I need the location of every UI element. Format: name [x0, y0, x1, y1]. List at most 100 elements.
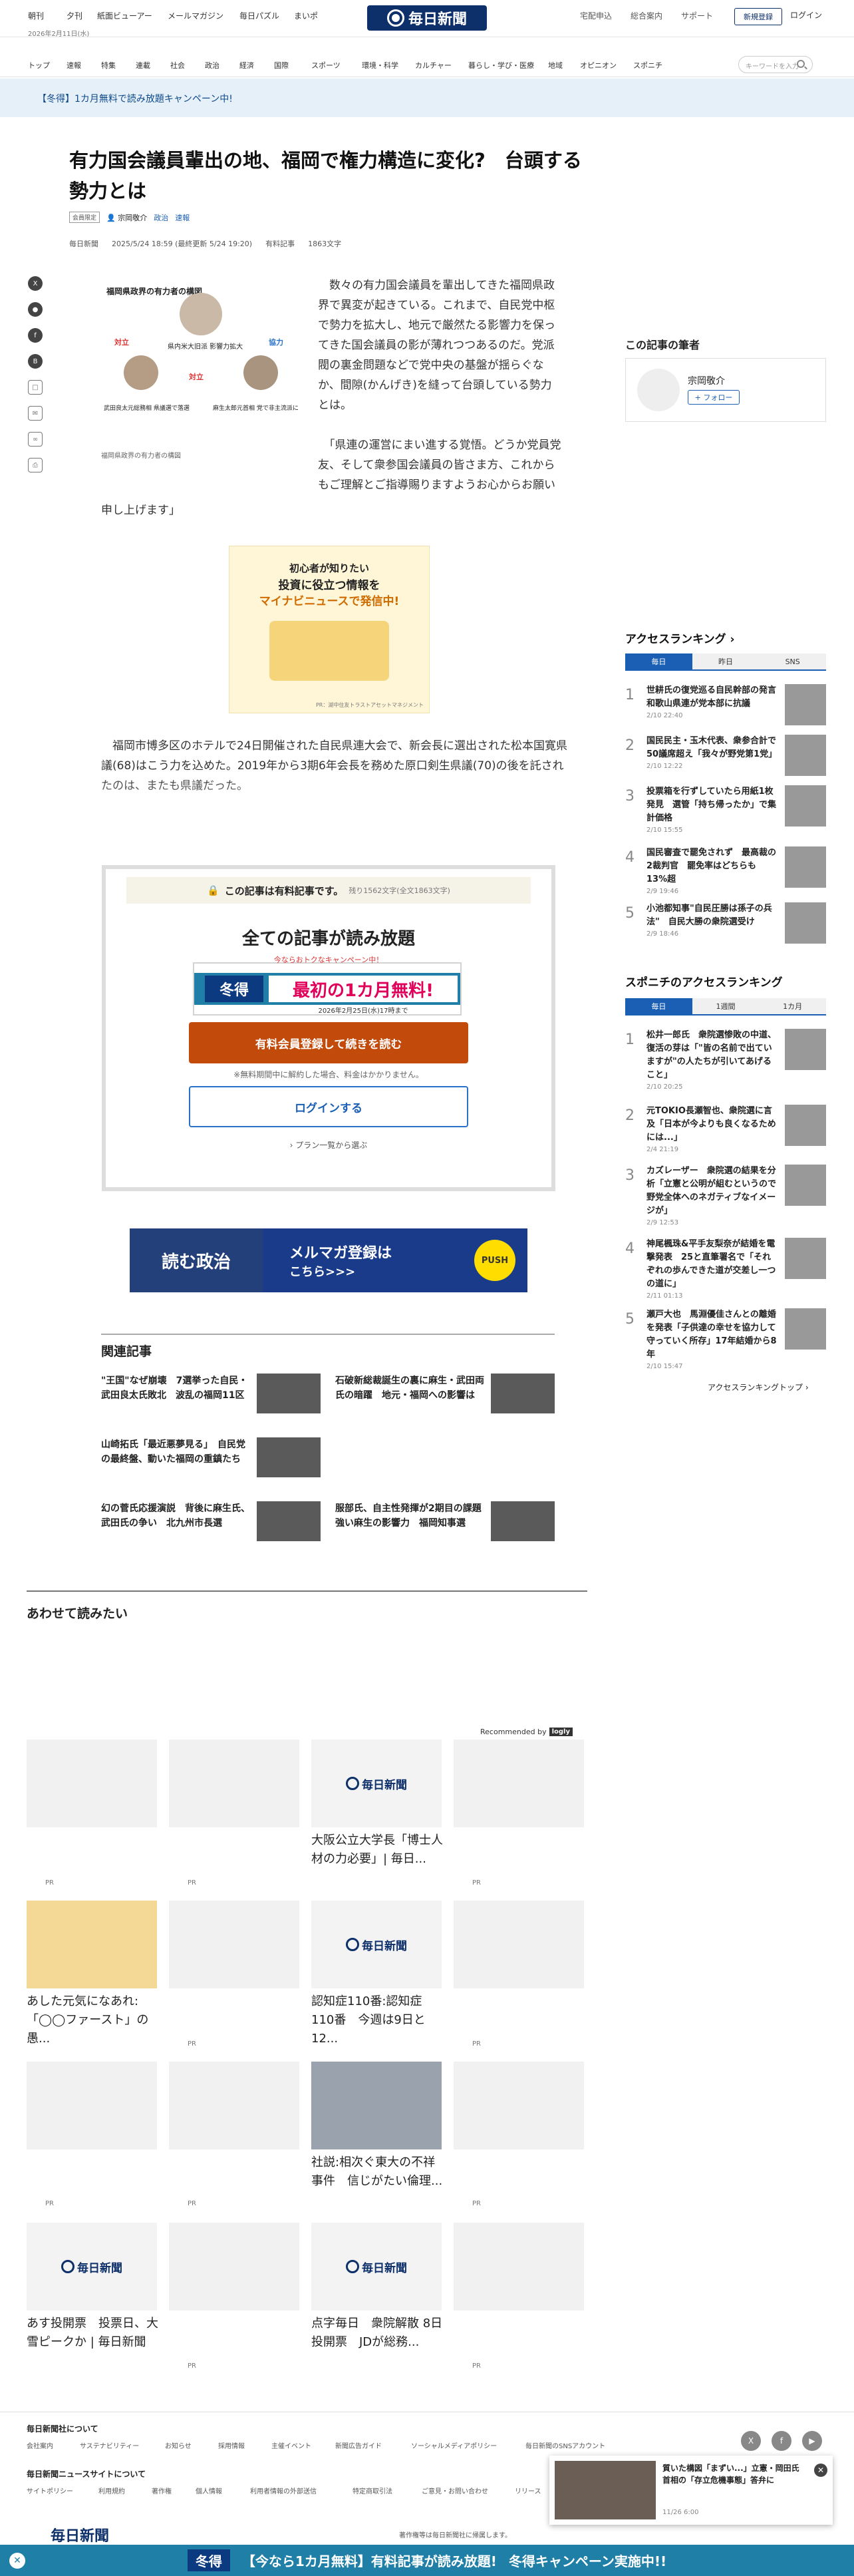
facebook-icon[interactable]: f: [772, 2431, 791, 2451]
link-icon[interactable]: ∞: [28, 432, 43, 447]
nav-special[interactable]: 特集: [101, 60, 116, 71]
paywall-login-button[interactable]: ログインする: [189, 1086, 468, 1127]
footer-link[interactable]: お知らせ: [165, 2440, 192, 2450]
ranking-title[interactable]: アクセスランキング ›: [625, 630, 735, 646]
spn-tab-month[interactable]: 1カ月: [759, 998, 827, 1014]
related-item-2[interactable]: 石破新総裁誕生の裏に麻生・武田両氏の暗躍 地元・福岡への影響は: [335, 1374, 488, 1403]
footer-link[interactable]: サステナビリティー: [80, 2440, 139, 2450]
search-icon[interactable]: [797, 60, 805, 68]
footer-link[interactable]: ソーシャルメディアポリシー: [411, 2440, 497, 2450]
ad-card[interactable]: [27, 1740, 157, 1827]
nav-breaking[interactable]: 速報: [67, 60, 81, 71]
print-icon[interactable]: ⎙: [28, 458, 43, 472]
link-mail[interactable]: メールマガジン: [168, 10, 223, 21]
footer-link[interactable]: 特定商取引法: [353, 2485, 392, 2495]
footer-link[interactable]: 著作権: [152, 2485, 172, 2495]
related-thumb-2[interactable]: [491, 1374, 555, 1413]
related-thumb-3[interactable]: [257, 1437, 321, 1477]
bookmark-icon[interactable]: □: [28, 380, 43, 395]
spn-tab-daily[interactable]: 毎日: [625, 998, 692, 1014]
footer-link[interactable]: 利用規約: [98, 2485, 125, 2495]
author-name-link[interactable]: 宗岡敬介: [688, 374, 725, 387]
ad-card[interactable]: [454, 1740, 584, 1827]
rec-thumb-4[interactable]: [311, 2062, 442, 2149]
facebook-icon[interactable]: f: [28, 328, 43, 343]
author-avatar[interactable]: [637, 369, 680, 411]
footer-link[interactable]: 採用情報: [218, 2440, 245, 2450]
footer-link[interactable]: 毎日新聞のSNSアカウント: [525, 2440, 605, 2450]
login-link[interactable]: ログイン: [790, 9, 822, 21]
ad-card[interactable]: [454, 1901, 584, 1988]
link-delivery[interactable]: 宅配申込: [580, 10, 612, 21]
ad-card[interactable]: [169, 1740, 299, 1827]
rec-thumb-1[interactable]: 毎日新聞: [311, 1740, 442, 1827]
article-photo[interactable]: 福岡県政界の有力者の構図 対立 協力 県内米大旧派 影響力拡大 対立 武田良太元…: [101, 279, 301, 431]
related-thumb-1[interactable]: [257, 1374, 321, 1413]
rec-title-6[interactable]: 点字毎日 衆院解散 8日投開票 JDが総務...: [311, 2314, 444, 2352]
cat-politics[interactable]: 政治: [154, 212, 168, 223]
news-popup[interactable]: 質いた構図「まずい...」立憲・岡田氏 首相の「存立危機事態」答弁に 11/26…: [549, 2456, 833, 2525]
nav-serial[interactable]: 連載: [136, 60, 150, 71]
nav-region[interactable]: 地域: [548, 60, 563, 71]
rec-thumb-6[interactable]: 毎日新聞: [311, 2223, 442, 2310]
rec-title-1[interactable]: 大阪公立大学長「博士人材の力必要」| 毎日...: [311, 1831, 444, 1869]
footer-link[interactable]: 会社案内: [27, 2440, 53, 2450]
ad-card[interactable]: [169, 1901, 299, 1988]
related-item-4[interactable]: 幻の菅氏応援演説 背後に麻生氏、武田氏の争い 北九州市長選: [101, 1501, 254, 1531]
spn-tab-week[interactable]: 1週間: [692, 998, 760, 1014]
mail-icon[interactable]: ✉: [28, 406, 43, 421]
link-support[interactable]: サポート: [681, 10, 713, 21]
author-link[interactable]: 👤 宗岡敬介: [106, 212, 147, 223]
rec-title-5[interactable]: あす投開票 投票日、大雪ピークか | 毎日新聞: [27, 2314, 160, 2352]
nav-sponichi[interactable]: スポニチ: [633, 60, 662, 71]
x-icon[interactable]: X: [741, 2431, 761, 2451]
footer-link[interactable]: リリース: [515, 2485, 541, 2495]
link-morning[interactable]: 朝刊: [28, 10, 44, 21]
ranking-more-link[interactable]: アクセスランキングトップ ›: [708, 1381, 809, 1393]
tab-sns[interactable]: SNS: [759, 653, 827, 669]
subscribe-button[interactable]: 有料会員登録して続きを読む: [189, 1022, 468, 1063]
related-item-5[interactable]: 服部氏、自主性発揮が2期目の課題 強い麻生の影響力 福岡知事選: [335, 1501, 491, 1531]
ad-card[interactable]: [454, 2062, 584, 2149]
footer-link[interactable]: 利用者情報の外部送信: [250, 2485, 317, 2495]
tab-daily[interactable]: 毎日: [625, 653, 692, 669]
nav-world[interactable]: 国際: [274, 60, 289, 71]
rec-title-2[interactable]: あした元気になあれ:「◯◯ファースト」の愚...: [27, 1992, 160, 2048]
youtube-icon[interactable]: ▶: [802, 2431, 822, 2451]
link-guide[interactable]: 総合案内: [631, 10, 662, 21]
ad-card[interactable]: [27, 2062, 157, 2149]
comment-icon[interactable]: ●: [28, 302, 43, 317]
link-evening[interactable]: 夕刊: [67, 10, 82, 21]
campaign-link[interactable]: 【冬得】1カ月無料で読み放題キャンペーン中!: [37, 92, 233, 105]
nav-society[interactable]: 社会: [170, 60, 185, 71]
nav-science[interactable]: 環境・科学: [362, 60, 398, 71]
footer-link[interactable]: サイトポリシー: [27, 2485, 73, 2495]
nav-economy[interactable]: 経済: [239, 60, 254, 71]
footer-link[interactable]: 新聞広告ガイド: [335, 2440, 382, 2450]
tab-yesterday[interactable]: 昨日: [692, 653, 760, 669]
plan-list-link[interactable]: › プラン一覧から選ぶ: [126, 1139, 531, 1151]
footer-link[interactable]: 個人情報: [196, 2485, 222, 2495]
ad-mynavi[interactable]: 初心者が知りたい 投資に役立つ情報を マイナビニュースで発信中! PR：湖中住友…: [229, 546, 430, 713]
close-icon[interactable]: ✕: [814, 2464, 827, 2477]
follow-button[interactable]: + フォロー: [688, 390, 740, 405]
bottom-campaign-bar[interactable]: ✕ 冬得 【今なら1カ月無料】有料記事が読み放題! 冬得キャンペーン実施中!!: [0, 2545, 854, 2576]
ad-card[interactable]: [169, 2223, 299, 2310]
link-puzzle[interactable]: 毎日パズル: [239, 10, 279, 21]
rec-title-4[interactable]: 社説:相次ぐ東大の不祥事件 信じがたい倫理...: [311, 2153, 444, 2191]
ad-card[interactable]: [454, 2223, 584, 2310]
related-thumb-5[interactable]: [491, 1501, 555, 1541]
hatena-icon[interactable]: B: [28, 354, 43, 369]
nav-opinion[interactable]: オピニオン: [580, 60, 617, 71]
ad-newsletter[interactable]: 読む政治 メルマガ登録は こちら>>> PUSH: [130, 1228, 527, 1292]
related-item-3[interactable]: 山崎拓氏「最近悪夢見る」 自民党の最終盤、動いた福岡の重鎮たち: [101, 1437, 254, 1467]
nav-top[interactable]: トップ: [28, 60, 50, 71]
related-thumb-4[interactable]: [257, 1501, 321, 1541]
nav-politics[interactable]: 政治: [205, 60, 219, 71]
site-logo[interactable]: 毎日新聞: [367, 5, 487, 31]
link-viewer[interactable]: 紙面ビューアー: [97, 10, 152, 21]
nav-life[interactable]: 暮らし・学び・医療: [468, 60, 534, 71]
nav-culture[interactable]: カルチャー: [415, 60, 452, 71]
rec-thumb-3[interactable]: 毎日新聞: [311, 1901, 442, 1988]
ad-card[interactable]: [169, 2062, 299, 2149]
